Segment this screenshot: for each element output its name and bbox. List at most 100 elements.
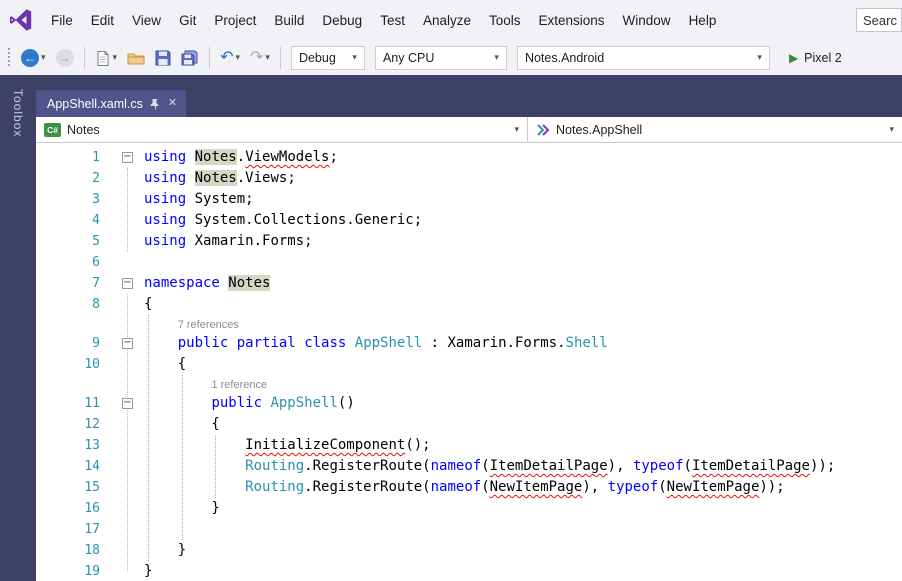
fold-margin [112, 456, 144, 477]
menu-window[interactable]: Window [614, 8, 680, 33]
code-line[interactable]: 17 [36, 519, 902, 540]
tab-appshell-xaml-cs[interactable]: AppShell.xaml.cs ✕ [36, 90, 187, 117]
chevron-down-icon: ▾ [494, 52, 499, 62]
menu-edit[interactable]: Edit [82, 8, 123, 33]
tab-label: AppShell.xaml.cs [47, 96, 143, 111]
type-dropdown[interactable]: Notes.AppShell ▾ [528, 117, 902, 142]
code-line[interactable]: 13 InitializeComponent(); [36, 435, 902, 456]
code-line[interactable]: 12 { [36, 414, 902, 435]
project-dropdown[interactable]: C# Notes ▾ [36, 117, 528, 142]
save-all-icon [181, 50, 198, 65]
chevron-down-icon: ▾ [352, 52, 357, 62]
toolbar-grip-handle[interactable] [8, 47, 10, 68]
code-line[interactable]: 7 − namespace Notes [36, 273, 902, 294]
toolbar-separator [83, 46, 85, 69]
fold-margin [112, 231, 144, 252]
fold-collapse-button[interactable]: − [122, 398, 133, 409]
menu-analyze[interactable]: Analyze [414, 8, 480, 33]
code-line[interactable]: 9 − public partial class AppShell : Xamar… [36, 333, 902, 354]
pin-icon[interactable] [150, 98, 161, 110]
fold-margin [112, 354, 144, 375]
line-number: 4 [92, 213, 100, 228]
code-line[interactable]: 2 using Notes.Views; [36, 168, 902, 189]
menu-tools[interactable]: Tools [480, 8, 530, 33]
code-line[interactable]: 11 − public AppShell() [36, 393, 902, 414]
codelens-row: 7 references [36, 315, 902, 333]
code-text: { [144, 296, 153, 312]
navigate-forward-button[interactable]: → [53, 47, 77, 69]
codelens-references-link[interactable]: 1 reference [144, 376, 267, 394]
codelens-references-link[interactable]: 7 references [144, 316, 239, 334]
line-number: 12 [84, 417, 100, 432]
solution-configuration-dropdown[interactable]: Debug ▾ [290, 45, 365, 70]
code-line[interactable]: 19} [36, 561, 902, 581]
fold-margin [112, 168, 144, 189]
solution-platform-dropdown[interactable]: Any CPU ▾ [374, 45, 507, 70]
close-icon[interactable]: ✕ [168, 98, 177, 109]
new-file-button[interactable]: ▾ [92, 48, 121, 68]
startup-project-dropdown[interactable]: Notes.Android ▾ [516, 45, 770, 70]
code-line[interactable]: 1 − using Notes.ViewModels; [36, 147, 902, 168]
toolbox-side-tab[interactable]: Toolbox [11, 75, 25, 581]
quick-search-input[interactable]: Searc [856, 8, 902, 32]
code-line[interactable]: 16 } [36, 498, 902, 519]
menu-view[interactable]: View [123, 8, 170, 33]
run-target-label: Pixel 2 [804, 50, 842, 65]
fold-margin [112, 519, 144, 540]
menu-test[interactable]: Test [371, 8, 414, 33]
fold-margin [112, 252, 144, 273]
menu-git[interactable]: Git [170, 8, 205, 33]
platform-value: Any CPU [382, 50, 435, 65]
code-line[interactable]: 15 Routing.RegisterRoute(nameof(NewItemP… [36, 477, 902, 498]
code-line[interactable]: 8{ [36, 294, 902, 315]
start-debugging-button[interactable]: ▶ Pixel 2 [781, 48, 850, 68]
menubar: File Edit View Git Project Build Debug T… [0, 0, 902, 40]
redo-icon: ↷ [250, 48, 264, 66]
code-text: { [144, 416, 220, 432]
code-line[interactable]: 6 [36, 252, 902, 273]
code-line[interactable]: 5 using Xamarin.Forms; [36, 231, 902, 252]
chevron-down-icon: ▾ [514, 124, 519, 134]
menu-file[interactable]: File [42, 8, 82, 33]
menu-extensions[interactable]: Extensions [530, 8, 614, 33]
menu-debug[interactable]: Debug [313, 8, 371, 33]
undo-button[interactable]: ↶ ▾ [217, 48, 243, 68]
code-text: namespace Notes [144, 275, 271, 291]
chevron-down-icon: ▾ [757, 52, 762, 62]
toolbar: ← ▾ → ▾ ↶ ▾ ↷ ▾ Debug ▾ Any CPU ▾ Notes.… [0, 40, 902, 75]
line-number: 11 [84, 396, 100, 411]
code-line[interactable]: 10 { [36, 354, 902, 375]
open-file-button[interactable] [124, 49, 148, 67]
code-line[interactable]: 3 using System; [36, 189, 902, 210]
navigate-back-button[interactable]: ← ▾ [18, 47, 49, 69]
fold-margin: − [112, 147, 144, 168]
fold-margin [112, 189, 144, 210]
line-number: 14 [84, 459, 100, 474]
forward-arrow-icon: → [55, 48, 74, 67]
undo-icon: ↶ [220, 48, 234, 66]
code-line[interactable]: 4 using System.Collections.Generic; [36, 210, 902, 231]
save-button[interactable] [152, 48, 174, 68]
menu-project[interactable]: Project [205, 8, 265, 33]
save-all-button[interactable] [178, 48, 202, 68]
fold-margin: − [112, 393, 144, 414]
code-text: public partial class AppShell : Xamarin.… [177, 335, 608, 351]
fold-collapse-button[interactable]: − [122, 338, 133, 349]
fold-margin [112, 540, 144, 561]
code-text: public AppShell() [211, 395, 355, 411]
code-line[interactable]: 14 Routing.RegisterRoute(nameof(ItemDeta… [36, 456, 902, 477]
fold-collapse-button[interactable]: − [122, 152, 133, 163]
configuration-value: Debug [298, 50, 336, 65]
redo-button[interactable]: ↷ ▾ [247, 48, 273, 68]
code-editor[interactable]: 1− using Notes.ViewModels; 2 using Notes.Vi… [36, 143, 902, 581]
back-arrow-icon: ← [21, 48, 39, 67]
code-line[interactable]: 18 } [36, 540, 902, 561]
toolbar-separator [279, 46, 281, 69]
line-number: 9 [92, 336, 100, 351]
chevron-down-icon: ▾ [889, 124, 894, 134]
chevron-down-icon: ▾ [235, 52, 240, 62]
menu-help[interactable]: Help [680, 8, 726, 33]
menu-build[interactable]: Build [265, 8, 313, 33]
line-number: 19 [84, 564, 100, 579]
fold-collapse-button[interactable]: − [122, 278, 133, 289]
